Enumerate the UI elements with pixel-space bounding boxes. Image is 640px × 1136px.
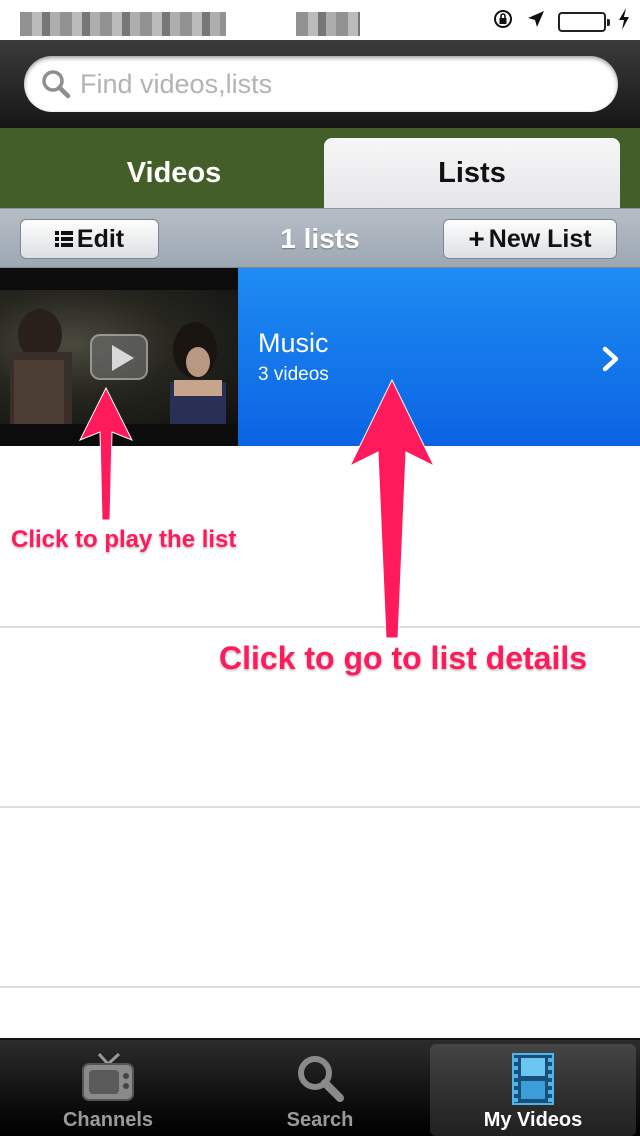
tabbar-label-my-videos: My Videos xyxy=(483,1109,583,1131)
tabbar-label-channels: Channels xyxy=(62,1109,154,1131)
segmented-tabs: Videos Lists xyxy=(0,128,640,208)
tabbar-item-search[interactable]: Search xyxy=(220,1044,420,1136)
search-field[interactable] xyxy=(24,56,618,112)
tab-videos[interactable]: Videos xyxy=(24,138,324,208)
search-input[interactable] xyxy=(80,56,600,112)
tab-lists[interactable]: Lists xyxy=(324,138,620,208)
plus-icon: + xyxy=(468,223,485,254)
row-separator xyxy=(0,806,640,808)
location-arrow-icon xyxy=(526,9,546,34)
edit-button-label: Edit xyxy=(76,224,125,253)
row-separator xyxy=(0,986,640,988)
tabbar-item-my-videos[interactable]: My Videos xyxy=(430,1044,636,1136)
tv-icon xyxy=(81,1052,135,1109)
film-strip-icon xyxy=(511,1052,555,1111)
lists-toolbar: Edit 1 lists + New List xyxy=(0,208,640,268)
status-bar xyxy=(0,0,640,40)
orientation-lock-icon xyxy=(492,8,514,35)
search-icon xyxy=(294,1052,346,1109)
tabbar-label-search: Search xyxy=(286,1109,354,1131)
list-count: 1 lists xyxy=(280,223,360,254)
list-thumbnail[interactable] xyxy=(0,268,238,446)
status-icons xyxy=(492,8,630,35)
carrier-redacted xyxy=(20,12,226,36)
annotation-play: Click to play the list xyxy=(11,526,237,553)
list-details-link[interactable]: Music 3 videos xyxy=(238,268,640,446)
annotation-details: Click to go to list details xyxy=(219,640,588,676)
chevron-right-icon xyxy=(602,346,620,377)
list-title: Music xyxy=(258,328,329,358)
battery-icon xyxy=(558,11,610,32)
magnifier-icon xyxy=(40,68,72,105)
charging-bolt-icon xyxy=(618,8,630,35)
tab-bar: Channels Search My Videos xyxy=(0,1038,640,1136)
list-icon xyxy=(54,231,73,247)
new-list-button-label: New List xyxy=(488,224,592,253)
list-item: Music 3 videos xyxy=(0,268,640,446)
play-icon[interactable] xyxy=(90,334,148,380)
new-list-button[interactable]: + New List xyxy=(443,219,617,259)
list-video-count: 3 videos xyxy=(258,364,329,385)
tabbar-item-channels[interactable]: Channels xyxy=(8,1044,208,1136)
edit-button[interactable]: Edit xyxy=(20,219,159,259)
time-redacted xyxy=(296,12,360,36)
row-separator xyxy=(0,626,640,628)
search-header xyxy=(0,40,640,128)
